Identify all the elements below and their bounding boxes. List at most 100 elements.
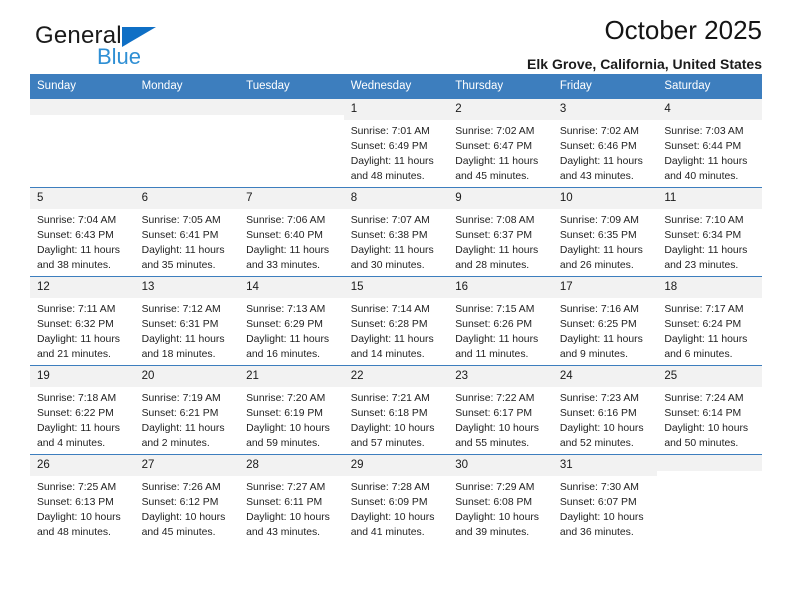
- daylight-duration-line2: and 23 minutes.: [664, 259, 739, 271]
- sunrise-time: Sunrise: 7:10 AM: [664, 215, 744, 227]
- calendar-day[interactable]: 29 Sunrise: 7:28 AM Sunset: 6:09 PM Dayligh…: [343, 454, 449, 543]
- sunset-time: Sunset: 6:49 PM: [350, 141, 428, 153]
- sunrise-time: Sunrise: 7:22 AM: [455, 393, 535, 405]
- sunset-time: Sunset: 6:18 PM: [350, 408, 428, 420]
- day-number: 21: [239, 365, 344, 388]
- sunset-time: Sunset: 6:40 PM: [246, 230, 323, 242]
- calendar-day[interactable]: 7 Sunrise: 7:06 AM Sunset: 6:40 PM Daylight…: [239, 187, 344, 276]
- calendar-day[interactable]: 5 Sunrise: 7:04 AM Sunset: 6:43 PM Daylight…: [30, 187, 135, 276]
- calendar-day-cell: 25 Sunrise: 7:24 AM Sunset: 6:14 PM Dayligh…: [657, 364, 762, 455]
- day-number: [134, 98, 240, 115]
- calendar-day[interactable]: 3 Sunrise: 7:02 AM Sunset: 6:46 PM Daylight…: [552, 98, 658, 187]
- calendar-day[interactable]: 30 Sunrise: 7:29 AM Sunset: 6:08 PM Dayligh…: [448, 454, 553, 543]
- calendar-day[interactable]: 26 Sunrise: 7:25 AM Sunset: 6:13 PM Dayligh…: [30, 454, 135, 543]
- day-number: 6: [134, 187, 240, 210]
- weekday-header-monday: Monday: [134, 74, 240, 99]
- day-details: Sunrise: 7:19 AM Sunset: 6:21 PM Daylight:…: [135, 387, 240, 451]
- calendar-day[interactable]: 15 Sunrise: 7:14 AM Sunset: 6:28 PM Dayligh…: [343, 276, 449, 365]
- general-blue-logo[interactable]: General Blue: [35, 24, 255, 76]
- sunset-time: Sunset: 6:32 PM: [37, 319, 114, 331]
- day-details: Sunrise: 7:10 AM Sunset: 6:34 PM Daylight:…: [657, 209, 762, 273]
- calendar-day[interactable]: 25 Sunrise: 7:24 AM Sunset: 6:14 PM Dayligh…: [657, 365, 762, 454]
- day-details: Sunrise: 7:24 AM Sunset: 6:14 PM Daylight:…: [657, 387, 762, 451]
- daylight-duration-line2: and 45 minutes.: [141, 526, 216, 538]
- daylight-duration-line1: Daylight: 11 hours: [559, 333, 643, 345]
- page-title: October 2025: [604, 15, 762, 45]
- daylight-duration-line2: and 14 minutes.: [350, 348, 425, 360]
- day-number: 22: [343, 365, 449, 388]
- calendar-day[interactable]: 31 Sunrise: 7:30 AM Sunset: 6:07 PM Dayligh…: [552, 454, 658, 543]
- daylight-duration-line1: Daylight: 10 hours: [559, 422, 644, 434]
- sunrise-time: Sunrise: 7:19 AM: [141, 393, 221, 405]
- calendar-day[interactable]: 23 Sunrise: 7:22 AM Sunset: 6:17 PM Dayligh…: [448, 365, 553, 454]
- calendar-body: 1 Sunrise: 7:01 AM Sunset: 6:49 PM Daylight…: [30, 98, 762, 543]
- calendar-day-cell: 22 Sunrise: 7:21 AM Sunset: 6:18 PM Dayligh…: [343, 364, 449, 455]
- sunset-time: Sunset: 6:14 PM: [664, 408, 742, 420]
- calendar-day-cell: 5 Sunrise: 7:04 AM Sunset: 6:43 PM Daylight…: [30, 186, 135, 277]
- day-number: 7: [239, 187, 344, 210]
- calendar-day[interactable]: 17 Sunrise: 7:16 AM Sunset: 6:25 PM Dayligh…: [552, 276, 658, 365]
- day-number: 25: [657, 365, 762, 388]
- sunrise-time: Sunrise: 7:29 AM: [455, 482, 535, 494]
- calendar-day[interactable]: 21 Sunrise: 7:20 AM Sunset: 6:19 PM Dayligh…: [239, 365, 344, 454]
- daylight-duration-line1: Daylight: 11 hours: [37, 422, 120, 434]
- day-details: Sunrise: 7:21 AM Sunset: 6:18 PM Daylight:…: [344, 387, 449, 451]
- day-number: 30: [448, 454, 553, 477]
- day-details: Sunrise: 7:03 AM Sunset: 6:44 PM Daylight:…: [657, 120, 762, 184]
- day-number: 27: [134, 454, 240, 477]
- day-details: Sunrise: 7:01 AM Sunset: 6:49 PM Daylight:…: [344, 120, 449, 184]
- daylight-duration-line1: Daylight: 11 hours: [350, 244, 434, 256]
- daylight-duration-line2: and 50 minutes.: [664, 437, 739, 449]
- calendar-day[interactable]: 9 Sunrise: 7:08 AM Sunset: 6:37 PM Daylight…: [448, 187, 553, 276]
- calendar-day[interactable]: 4 Sunrise: 7:03 AM Sunset: 6:44 PM Daylight…: [657, 98, 762, 187]
- calendar-day-empty: [239, 98, 344, 187]
- day-details: Sunrise: 7:07 AM Sunset: 6:38 PM Daylight:…: [344, 209, 449, 273]
- calendar-day[interactable]: 28 Sunrise: 7:27 AM Sunset: 6:11 PM Dayligh…: [239, 454, 344, 543]
- daylight-duration-line2: and 36 minutes.: [559, 526, 634, 538]
- day-number: 19: [30, 365, 135, 388]
- calendar-day[interactable]: 6 Sunrise: 7:05 AM Sunset: 6:41 PM Daylight…: [134, 187, 240, 276]
- calendar-day[interactable]: 13 Sunrise: 7:12 AM Sunset: 6:31 PM Dayligh…: [134, 276, 240, 365]
- day-number: 14: [239, 276, 344, 299]
- calendar-day-cell: 21 Sunrise: 7:20 AM Sunset: 6:19 PM Dayligh…: [239, 364, 344, 455]
- sunset-time: Sunset: 6:11 PM: [246, 497, 323, 509]
- calendar-day-cell: 26 Sunrise: 7:25 AM Sunset: 6:13 PM Dayligh…: [30, 453, 135, 543]
- calendar-day[interactable]: 27 Sunrise: 7:26 AM Sunset: 6:12 PM Dayligh…: [134, 454, 240, 543]
- day-number: 13: [134, 276, 240, 299]
- calendar-day-cell: 10 Sunrise: 7:09 AM Sunset: 6:35 PM Dayligh…: [552, 186, 658, 277]
- calendar-day-cell: 1 Sunrise: 7:01 AM Sunset: 6:49 PM Daylight…: [343, 98, 449, 188]
- calendar-day[interactable]: 12 Sunrise: 7:11 AM Sunset: 6:32 PM Dayligh…: [30, 276, 135, 365]
- calendar-day-cell: 3 Sunrise: 7:02 AM Sunset: 6:46 PM Daylight…: [552, 98, 658, 188]
- day-details: Sunrise: 7:02 AM Sunset: 6:46 PM Daylight:…: [553, 120, 658, 184]
- sunset-time: Sunset: 6:17 PM: [455, 408, 533, 420]
- calendar-day[interactable]: 16 Sunrise: 7:15 AM Sunset: 6:26 PM Dayligh…: [448, 276, 553, 365]
- daylight-duration-line2: and 28 minutes.: [455, 259, 530, 271]
- daylight-duration-line1: Daylight: 10 hours: [664, 422, 749, 434]
- calendar-day[interactable]: 20 Sunrise: 7:19 AM Sunset: 6:21 PM Dayligh…: [134, 365, 240, 454]
- calendar-day[interactable]: 22 Sunrise: 7:21 AM Sunset: 6:18 PM Dayligh…: [343, 365, 449, 454]
- daylight-duration-line2: and 40 minutes.: [664, 170, 739, 182]
- calendar-day[interactable]: 8 Sunrise: 7:07 AM Sunset: 6:38 PM Daylight…: [343, 187, 449, 276]
- daylight-duration-line2: and 6 minutes.: [664, 348, 733, 360]
- sunset-time: Sunset: 6:08 PM: [455, 497, 533, 509]
- calendar-day-empty: [134, 98, 240, 187]
- calendar-day[interactable]: 19 Sunrise: 7:18 AM Sunset: 6:22 PM Dayligh…: [30, 365, 135, 454]
- calendar-day[interactable]: 14 Sunrise: 7:13 AM Sunset: 6:29 PM Dayligh…: [239, 276, 344, 365]
- sunset-time: Sunset: 6:22 PM: [37, 408, 114, 420]
- sunrise-time: Sunrise: 7:09 AM: [559, 215, 639, 227]
- sunset-time: Sunset: 6:35 PM: [559, 230, 637, 242]
- calendar-day[interactable]: 1 Sunrise: 7:01 AM Sunset: 6:49 PM Daylight…: [343, 98, 449, 187]
- day-number: [30, 98, 135, 115]
- daylight-duration-line1: Daylight: 11 hours: [350, 333, 434, 345]
- weekday-header-friday: Friday: [552, 74, 658, 99]
- calendar-day[interactable]: 18 Sunrise: 7:17 AM Sunset: 6:24 PM Dayligh…: [657, 276, 762, 365]
- calendar-day-cell: [30, 98, 135, 188]
- calendar-day[interactable]: 2 Sunrise: 7:02 AM Sunset: 6:47 PM Daylight…: [448, 98, 553, 187]
- daylight-duration-line2: and 35 minutes.: [141, 259, 216, 271]
- calendar-day-cell: 4 Sunrise: 7:03 AM Sunset: 6:44 PM Daylight…: [657, 98, 762, 188]
- calendar-day[interactable]: 24 Sunrise: 7:23 AM Sunset: 6:16 PM Dayligh…: [552, 365, 658, 454]
- sunset-time: Sunset: 6:24 PM: [664, 319, 742, 331]
- calendar-day-cell: 13 Sunrise: 7:12 AM Sunset: 6:31 PM Dayligh…: [134, 275, 240, 366]
- calendar-day[interactable]: 11 Sunrise: 7:10 AM Sunset: 6:34 PM Dayligh…: [657, 187, 762, 276]
- calendar-day[interactable]: 10 Sunrise: 7:09 AM Sunset: 6:35 PM Dayligh…: [552, 187, 658, 276]
